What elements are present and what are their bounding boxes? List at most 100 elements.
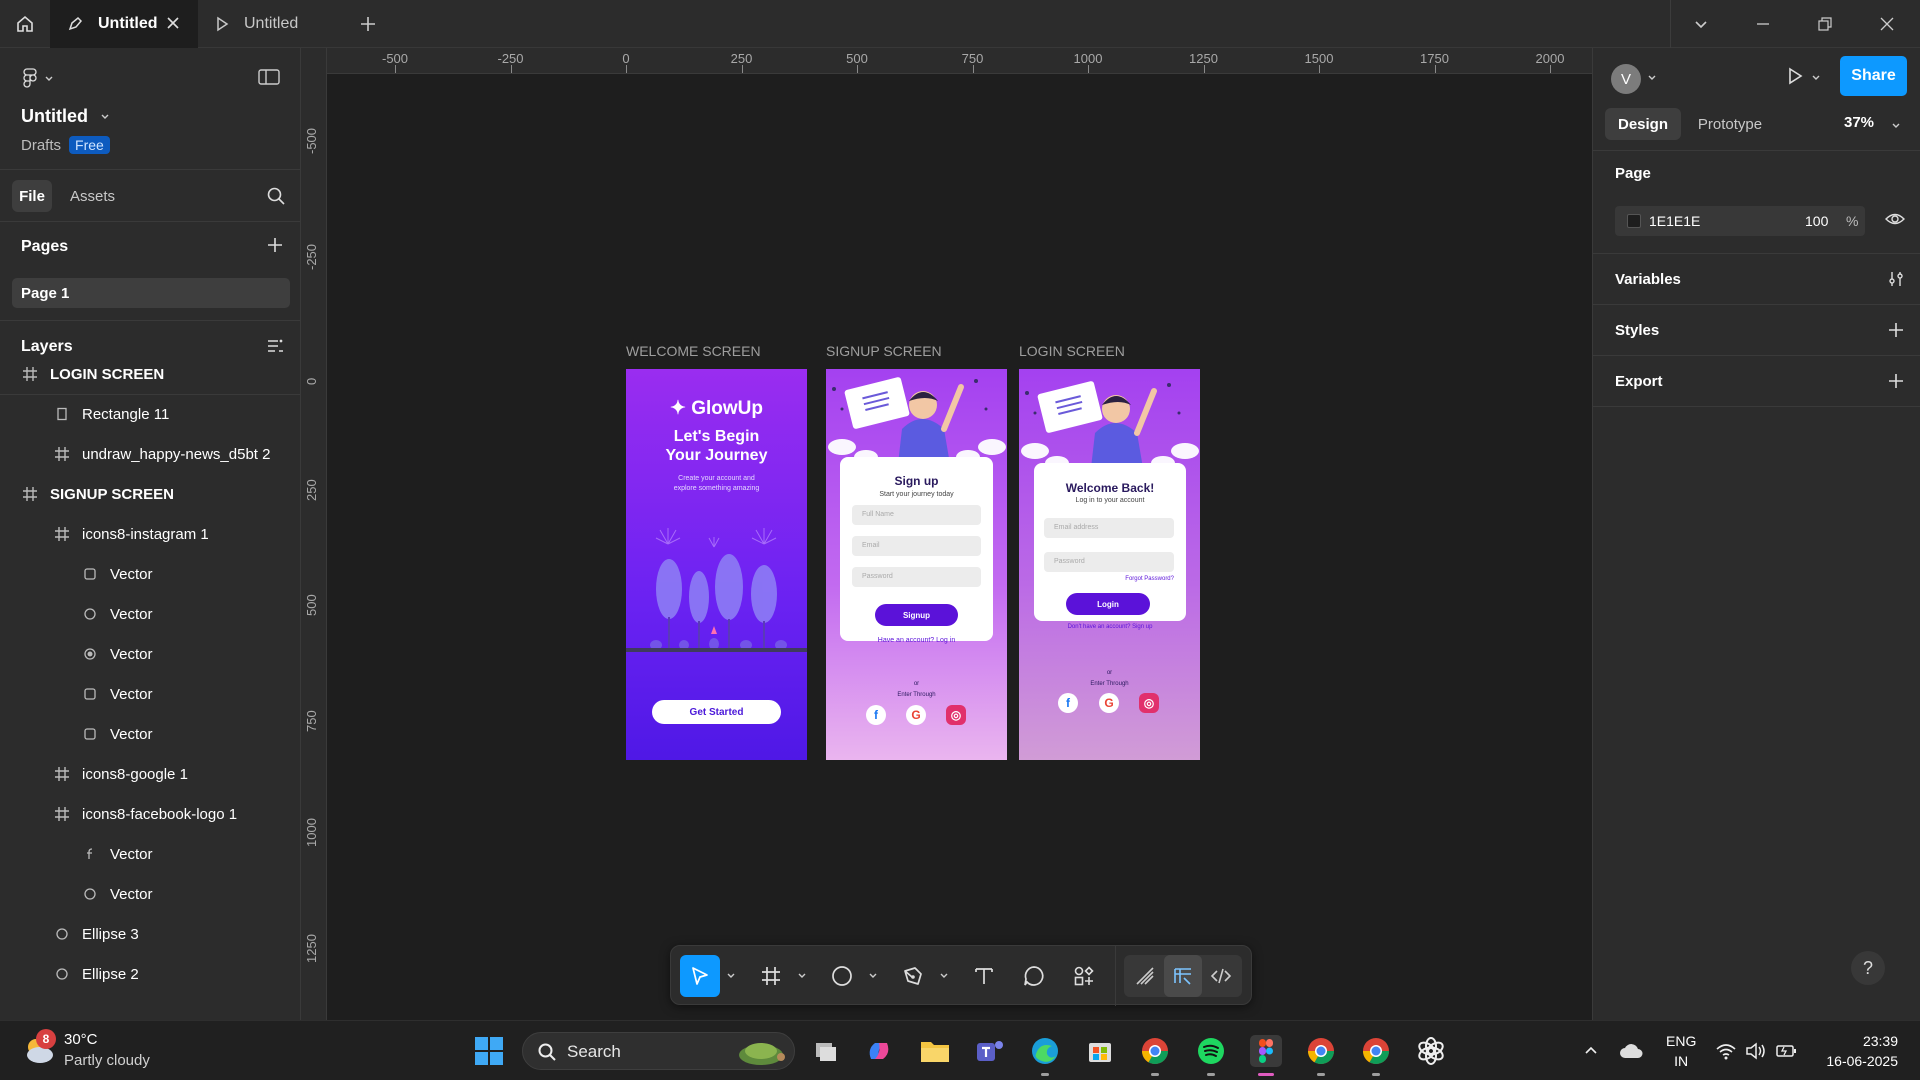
input-language[interactable]: ENG IN bbox=[1666, 1031, 1696, 1071]
facebook-icon[interactable]: f bbox=[866, 705, 886, 725]
start-button[interactable] bbox=[473, 1035, 505, 1067]
frame-label-signup[interactable]: SIGNUP SCREEN bbox=[826, 343, 942, 359]
tab-untitled-design[interactable]: Untitled bbox=[50, 0, 198, 48]
pen-tool[interactable] bbox=[893, 955, 933, 997]
color-swatch[interactable] bbox=[1627, 214, 1641, 228]
layer-row[interactable]: Rectangle 11 bbox=[0, 394, 300, 434]
text-tool[interactable] bbox=[964, 955, 1004, 997]
google-icon[interactable]: G bbox=[1099, 693, 1119, 713]
spotify-button[interactable] bbox=[1195, 1035, 1227, 1067]
copilot-button[interactable] bbox=[863, 1035, 895, 1067]
layer-row[interactable]: icons8-facebook-logo 1 bbox=[0, 794, 300, 834]
password-field[interactable]: Password bbox=[852, 567, 981, 587]
layer-row[interactable]: Ellipse 3 bbox=[0, 914, 300, 954]
chevron-down-icon[interactable] bbox=[1811, 70, 1821, 88]
login-button[interactable]: Login bbox=[1066, 593, 1150, 615]
chrome-profile-2-button[interactable] bbox=[1360, 1035, 1392, 1067]
email-field[interactable]: Email bbox=[852, 536, 981, 556]
weather-description[interactable]: Partly cloudy bbox=[64, 1052, 150, 1069]
login-link[interactable]: Have an account? Log in bbox=[840, 637, 993, 644]
onedrive-button[interactable] bbox=[1615, 1035, 1647, 1067]
welcome-screen-frame[interactable]: ✦ GlowUp Let's Begin Your Journey Create… bbox=[626, 369, 807, 760]
edge-button[interactable] bbox=[1029, 1035, 1061, 1067]
layer-row[interactable]: Vector bbox=[0, 834, 300, 874]
comment-tool[interactable] bbox=[1014, 955, 1054, 997]
layer-row[interactable]: Vector bbox=[0, 674, 300, 714]
signup-screen-frame[interactable]: Sign up Start your journey today Full Na… bbox=[826, 369, 1007, 760]
page-color-field[interactable]: 1E1E1E 100 % bbox=[1615, 206, 1865, 236]
clock[interactable]: 23:39 16-06-2025 bbox=[1814, 1031, 1898, 1071]
signup-button[interactable]: Signup bbox=[875, 604, 958, 626]
figma-taskbar-button[interactable] bbox=[1250, 1035, 1282, 1067]
zoom-level[interactable]: 37% bbox=[1844, 114, 1874, 131]
page-color-hex[interactable]: 1E1E1E bbox=[1649, 213, 1700, 229]
chevron-down-icon[interactable] bbox=[1891, 118, 1901, 136]
chrome-profile-button[interactable] bbox=[1305, 1035, 1337, 1067]
frame-tool-menu[interactable] bbox=[793, 955, 811, 997]
avatar[interactable]: V bbox=[1611, 64, 1641, 94]
home-button[interactable] bbox=[0, 0, 50, 48]
signup-link[interactable]: Don't have an account? Sign up bbox=[1034, 624, 1186, 630]
layer-row[interactable]: icons8-instagram 1 bbox=[0, 514, 300, 554]
add-style-button[interactable] bbox=[1887, 321, 1905, 344]
add-page-button[interactable] bbox=[266, 236, 284, 259]
dev-mode[interactable] bbox=[1202, 955, 1240, 997]
chatgpt-button[interactable] bbox=[1415, 1035, 1447, 1067]
tab-assets[interactable]: Assets bbox=[70, 180, 115, 212]
file-explorer-button[interactable] bbox=[919, 1035, 951, 1067]
layer-row[interactable]: Vector bbox=[0, 714, 300, 754]
layer-row[interactable]: undraw_happy-news_d5bt 2 bbox=[0, 434, 300, 474]
weather-temperature[interactable]: 30°C bbox=[64, 1031, 98, 1048]
design-mode[interactable] bbox=[1164, 955, 1202, 997]
move-tool[interactable] bbox=[680, 955, 720, 997]
chrome-button[interactable] bbox=[1139, 1035, 1171, 1067]
layer-row[interactable]: Vector bbox=[0, 634, 300, 674]
frame-label-login[interactable]: LOGIN SCREEN bbox=[1019, 343, 1125, 359]
draw-mode[interactable] bbox=[1126, 955, 1164, 997]
full-name-field[interactable]: Full Name bbox=[852, 505, 981, 525]
store-button[interactable] bbox=[1084, 1035, 1116, 1067]
frame-label-welcome[interactable]: WELCOME SCREEN bbox=[626, 343, 761, 359]
frame-tool[interactable] bbox=[751, 955, 791, 997]
layer-row[interactable]: Vector bbox=[0, 874, 300, 914]
drafts-label[interactable]: Drafts bbox=[21, 137, 61, 154]
variables-button[interactable] bbox=[1887, 270, 1905, 293]
forgot-password-link[interactable]: Forgot Password? bbox=[1034, 576, 1186, 582]
tab-prototype[interactable]: Prototype bbox=[1685, 108, 1775, 140]
teams-button[interactable] bbox=[974, 1035, 1006, 1067]
quick-settings-button[interactable] bbox=[1710, 1035, 1802, 1067]
present-button[interactable] bbox=[1785, 66, 1805, 91]
password-field[interactable]: Password bbox=[1044, 552, 1174, 572]
help-button[interactable]: ? bbox=[1851, 951, 1885, 985]
page-item-page-1[interactable]: Page 1 bbox=[12, 278, 290, 308]
file-title[interactable]: Untitled bbox=[21, 106, 110, 127]
instagram-icon[interactable]: ◎ bbox=[946, 705, 966, 725]
layer-row[interactable]: Ellipse 2 bbox=[0, 954, 300, 994]
page-opacity[interactable]: 100 bbox=[1805, 213, 1828, 229]
email-address-field[interactable]: Email address bbox=[1044, 518, 1174, 538]
share-button[interactable]: Share bbox=[1840, 56, 1907, 96]
task-view-button[interactable] bbox=[810, 1035, 842, 1067]
shape-tool[interactable] bbox=[822, 955, 862, 997]
google-icon[interactable]: G bbox=[906, 705, 926, 725]
layer-row[interactable]: icons8-google 1 bbox=[0, 754, 300, 794]
layer-row[interactable]: SIGNUP SCREEN bbox=[0, 474, 300, 514]
tab-design[interactable]: Design bbox=[1605, 108, 1681, 140]
actions-tool[interactable] bbox=[1064, 955, 1104, 997]
taskbar-search[interactable]: Search bbox=[522, 1032, 795, 1070]
shape-tool-menu[interactable] bbox=[864, 955, 882, 997]
search-layers-button[interactable] bbox=[266, 186, 286, 211]
move-tool-menu[interactable] bbox=[722, 955, 740, 997]
restore-button[interactable] bbox=[1794, 0, 1856, 48]
minimize-button[interactable] bbox=[1732, 0, 1794, 48]
layer-row[interactable]: Vector bbox=[0, 594, 300, 634]
chevron-down-icon[interactable] bbox=[1647, 70, 1657, 88]
close-tab-icon[interactable] bbox=[164, 14, 182, 32]
visibility-toggle[interactable] bbox=[1885, 211, 1905, 232]
pen-tool-menu[interactable] bbox=[935, 955, 953, 997]
tab-file[interactable]: File bbox=[12, 180, 52, 212]
close-window-button[interactable] bbox=[1856, 0, 1918, 48]
tab-list-button[interactable] bbox=[1670, 0, 1732, 48]
facebook-icon[interactable]: f bbox=[1058, 693, 1078, 713]
toggle-sidebar-button[interactable] bbox=[258, 68, 280, 91]
